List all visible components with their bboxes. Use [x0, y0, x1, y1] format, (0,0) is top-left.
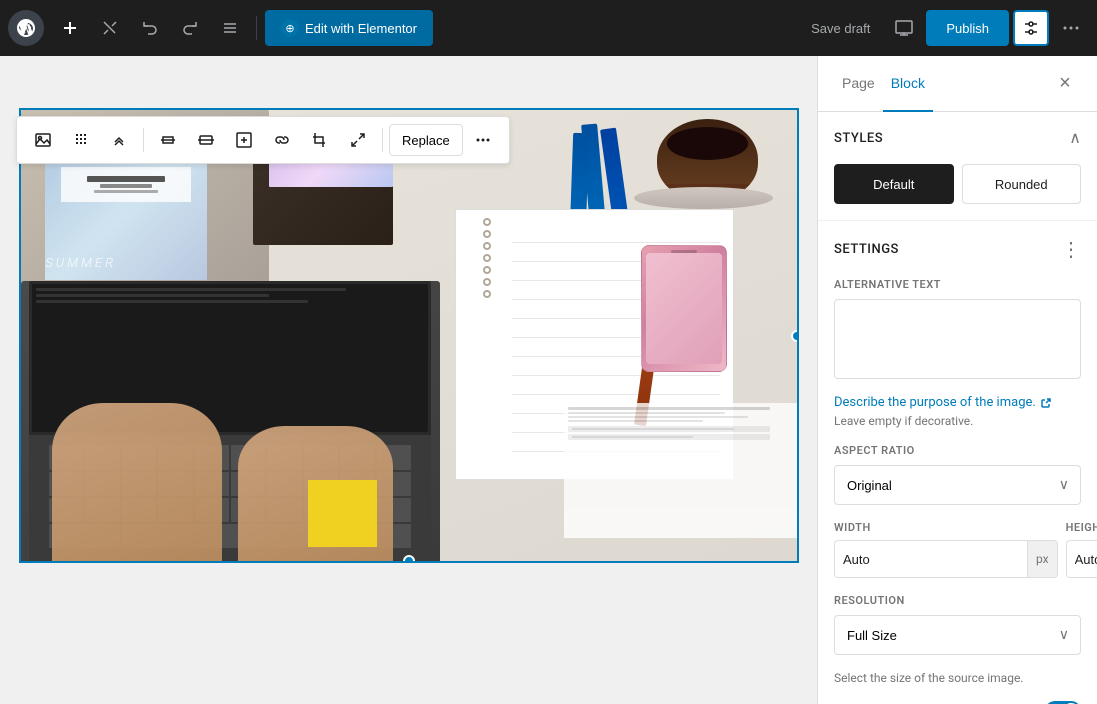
alt-text-hint: Leave empty if decorative.: [834, 414, 1081, 428]
sidebar-header: Page Block ×: [818, 56, 1097, 112]
width-input-wrap: px: [834, 540, 1058, 578]
settings-section-header: Settings ⋮: [834, 237, 1081, 262]
resolution-select[interactable]: Full Size Large Medium Large Medium Thum…: [834, 615, 1081, 655]
image-block[interactable]: SUMMER: [19, 108, 799, 563]
width-input[interactable]: [835, 541, 1027, 577]
aspect-ratio-select[interactable]: Original Square - 1:1 Standard - 4:3 Por…: [834, 465, 1081, 505]
styles-section-header: Styles ∧: [834, 128, 1081, 148]
post-settings-button[interactable]: [1013, 10, 1049, 46]
preview-button[interactable]: [886, 10, 922, 46]
toolbar-divider-2: [382, 128, 383, 152]
publish-button[interactable]: Publish: [926, 10, 1009, 46]
alt-text-input[interactable]: [834, 299, 1081, 379]
settings-section: Settings ⋮ ALTERNATIVE TEXT Describe the…: [818, 221, 1097, 704]
tab-block[interactable]: Block: [883, 56, 933, 112]
width-label: WIDTH: [834, 521, 1058, 534]
toolbar-divider-1: [143, 128, 144, 152]
expand-button[interactable]: [340, 122, 376, 158]
styles-row: Default Rounded: [834, 164, 1081, 204]
resolution-wrapper: Full Size Large Medium Large Medium Thum…: [834, 615, 1081, 655]
image-icon-button[interactable]: [25, 122, 61, 158]
height-input-wrap: px: [1066, 540, 1097, 578]
tools-button[interactable]: [92, 10, 128, 46]
width-group: WIDTH px: [834, 521, 1058, 578]
resolution-label: RESOLUTION: [834, 594, 1081, 607]
resize-handle-bottom[interactable]: [403, 555, 415, 563]
image-toolbar: Replace: [16, 116, 510, 164]
resize-handle-right[interactable]: [791, 330, 799, 342]
styles-title: Styles: [834, 131, 883, 146]
alt-text-link-text: Describe the purpose of the image.: [834, 395, 1036, 410]
redo-button[interactable]: [172, 10, 208, 46]
height-input[interactable]: [1067, 541, 1097, 577]
tab-page[interactable]: Page: [834, 56, 883, 112]
alt-text-link[interactable]: Describe the purpose of the image.: [834, 395, 1052, 410]
styles-collapse-button[interactable]: ∧: [1069, 128, 1081, 148]
width-unit: px: [1027, 541, 1057, 577]
crop-button[interactable]: [302, 122, 338, 158]
height-group: HEIGHT px: [1066, 521, 1097, 578]
main-area: Replace: [0, 56, 1097, 704]
sidebar: Page Block × Styles ∧ Default Rounded Se…: [817, 56, 1097, 704]
drag-handle-button[interactable]: [63, 122, 99, 158]
alt-text-label: ALTERNATIVE TEXT: [834, 278, 1081, 291]
undo-button[interactable]: [132, 10, 168, 46]
elementor-label: Edit with Elementor: [305, 21, 417, 36]
move-up-button[interactable]: [101, 122, 137, 158]
more-image-options-button[interactable]: [465, 122, 501, 158]
style-rounded-button[interactable]: Rounded: [962, 164, 1082, 204]
image-size-button[interactable]: [226, 122, 262, 158]
aspect-ratio-wrapper: Original Square - 1:1 Standard - 4:3 Por…: [834, 465, 1081, 505]
save-draft-button[interactable]: Save draft: [799, 10, 882, 46]
wordpress-logo[interactable]: [8, 10, 44, 46]
height-label: HEIGHT: [1066, 521, 1097, 534]
sidebar-close-button[interactable]: ×: [1049, 68, 1081, 100]
settings-more-button[interactable]: ⋮: [1061, 237, 1081, 262]
add-block-button[interactable]: [52, 10, 88, 46]
aspect-ratio-label: ASPECT RATIO: [834, 444, 1081, 457]
dimension-row: WIDTH px HEIGHT px: [834, 521, 1081, 578]
styles-section: Styles ∧ Default Rounded: [818, 112, 1097, 221]
width-button[interactable]: [188, 122, 224, 158]
replace-button[interactable]: Replace: [389, 124, 463, 156]
settings-title: Settings: [834, 242, 899, 257]
elementor-icon: ⊕: [281, 19, 299, 37]
top-bar: ⊕ Edit with Elementor Save draft Publish: [0, 0, 1097, 56]
topbar-divider: [256, 16, 257, 40]
align-button[interactable]: [150, 122, 186, 158]
canvas-area: Replace: [0, 56, 817, 704]
edit-with-elementor-button[interactable]: ⊕ Edit with Elementor: [265, 10, 433, 46]
more-options-button[interactable]: [1053, 10, 1089, 46]
style-default-button[interactable]: Default: [834, 164, 954, 204]
resolution-hint: Select the size of the source image.: [834, 671, 1081, 685]
link-button[interactable]: [264, 122, 300, 158]
list-view-button[interactable]: [212, 10, 248, 46]
